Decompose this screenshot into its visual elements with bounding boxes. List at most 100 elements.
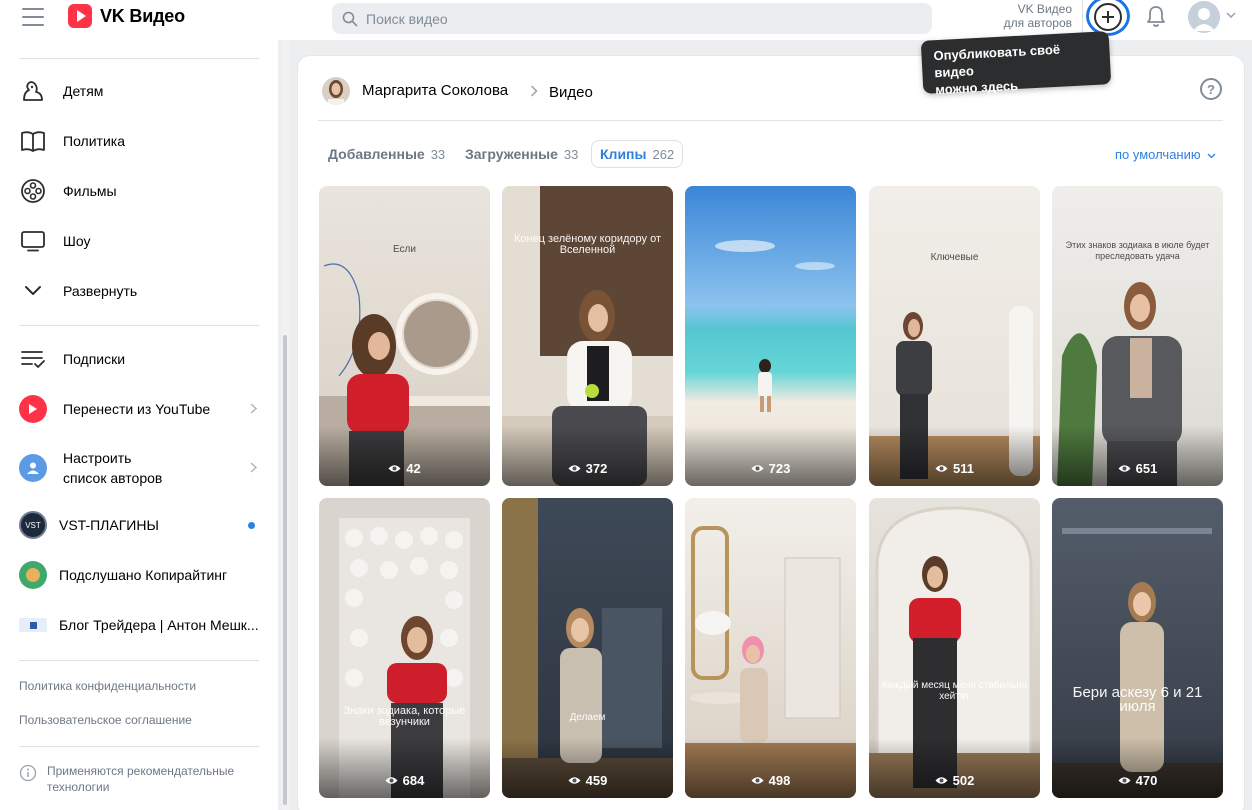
channel-avatar — [19, 561, 47, 589]
clip-views: 684 — [319, 773, 490, 788]
chevron-down-icon — [1207, 153, 1216, 159]
sidebar-item-import-youtube[interactable]: Перенести из YouTube — [19, 391, 263, 427]
vk-video-for-authors-link[interactable]: VK Видео для авторов — [980, 2, 1072, 30]
sidebar-item-label: Подписки — [63, 351, 126, 367]
kids-icon — [19, 77, 47, 105]
book-icon — [19, 127, 47, 155]
clip-views: 372 — [502, 461, 673, 476]
new-content-dot — [248, 522, 255, 529]
sidebar-item-label: Фильмы — [63, 183, 117, 199]
channel-item-trader-blog[interactable]: Блог Трейдера | Антон Мешк... — [19, 607, 263, 643]
upload-video-button[interactable] — [1094, 3, 1122, 31]
chevron-right-icon — [530, 85, 538, 97]
sidebar-item-label: Перенести из YouTube — [63, 401, 211, 417]
clip-views: 723 — [685, 461, 856, 476]
owner-photo — [322, 77, 350, 105]
clip-card[interactable]: Делаем 459 — [502, 498, 673, 798]
avatar-placeholder-icon — [1193, 8, 1215, 31]
chevron-down-icon[interactable] — [1226, 12, 1236, 18]
views-count: 42 — [406, 461, 421, 476]
sidebar-divider — [19, 58, 259, 59]
search-input[interactable] — [366, 10, 906, 27]
search-bar[interactable] — [332, 3, 932, 34]
menu-icon[interactable] — [22, 8, 44, 26]
tab-added[interactable]: Добавленные 33 — [328, 140, 445, 168]
clip-shade — [685, 738, 856, 798]
channel-item-vst[interactable]: VST VST-ПЛАГИНЫ — [19, 507, 263, 543]
clip-card[interactable]: 723 — [685, 186, 856, 486]
clip-shade — [502, 426, 673, 486]
views-count: 372 — [585, 461, 608, 476]
bell-icon[interactable] — [1145, 5, 1167, 29]
channel-item-copywriting[interactable]: Подслушано Копирайтинг — [19, 557, 263, 593]
recommendation-text: Применяются рекомендательные технологии — [47, 764, 235, 794]
owner-name-link[interactable]: Маргарита Соколова — [362, 82, 508, 99]
youtube-play-icon — [19, 395, 47, 423]
clip-card[interactable]: Конец зелёному коридору от Вселенной 372 — [502, 186, 673, 486]
tab-count: 33 — [430, 146, 446, 162]
eye-icon — [751, 465, 764, 472]
sidebar-expand[interactable]: Развернуть — [19, 273, 263, 309]
clip-card[interactable]: Если 42 — [319, 186, 490, 486]
clip-caption: Конец зелёному коридору от Вселенной — [513, 233, 662, 256]
clip-card[interactable]: Бери аскезу 6 и 21 июля 470 — [1052, 498, 1223, 798]
user-agreement-link[interactable]: Пользовательское соглашение — [19, 713, 192, 727]
sidebar-divider — [19, 746, 259, 747]
chevron-right-icon — [250, 403, 257, 414]
clip-views: 502 — [869, 773, 1040, 788]
views-count: 498 — [768, 773, 791, 788]
clip-shade — [869, 738, 1040, 798]
channel-avatar — [19, 611, 47, 639]
subscriptions-list-icon — [19, 345, 47, 373]
clip-shade — [319, 426, 490, 486]
sidebar-item-films[interactable]: Фильмы — [19, 173, 263, 209]
sort-dropdown[interactable]: по умолчанию — [1115, 147, 1216, 162]
sidebar-item-politics[interactable]: Политика — [19, 123, 263, 159]
clip-views: 651 — [1052, 461, 1223, 476]
channel-label: Подслушано Копирайтинг — [59, 567, 228, 583]
privacy-policy-link[interactable]: Политика конфиденциальности — [19, 679, 196, 693]
sidebar-item-configure-authors[interactable]: Настроить список авторов — [19, 440, 263, 496]
authors-link-line2: для авторов — [1003, 16, 1072, 30]
tab-count: 33 — [563, 146, 579, 162]
tab-uploaded[interactable]: Загруженные 33 — [465, 140, 578, 168]
clip-card[interactable]: Этих знаков зодиака в июле будет преслед… — [1052, 186, 1223, 486]
owner-avatar[interactable] — [322, 77, 350, 105]
tab-clips[interactable]: Клипы 262 — [591, 140, 684, 168]
clip-views: 459 — [502, 773, 673, 788]
sidebar-scrollbar[interactable] — [283, 335, 287, 805]
vk-video-logo[interactable]: VK Видео — [68, 4, 185, 28]
logo-text: VK Видео — [100, 5, 185, 26]
user-circle-icon — [19, 454, 47, 482]
sidebar-item-subscriptions[interactable]: Подписки — [19, 341, 263, 377]
sidebar-item-label: Настроить список авторов — [63, 448, 162, 488]
sidebar-item-kids[interactable]: Детям — [19, 73, 263, 109]
clip-caption: Знаки зодиака, которые везунчики — [343, 705, 466, 728]
clip-card[interactable]: Ключевые 511 — [869, 186, 1040, 486]
tab-count: 262 — [652, 146, 675, 162]
sidebar-divider — [19, 325, 259, 326]
channel-avatar: VST — [19, 511, 47, 539]
clip-views: 498 — [685, 773, 856, 788]
views-count: 459 — [585, 773, 608, 788]
sidebar-item-label: Политика — [63, 133, 125, 149]
film-reel-icon — [19, 177, 47, 205]
clip-caption: Бери аскезу 6 и 21 июля — [1072, 684, 1203, 715]
help-icon[interactable]: ? — [1200, 78, 1222, 100]
clip-views: 511 — [869, 461, 1040, 476]
user-avatar[interactable] — [1188, 1, 1220, 33]
eye-icon — [568, 465, 581, 472]
tab-label: Загруженные — [465, 146, 558, 162]
eye-icon — [385, 777, 398, 784]
sidebar: Детям Политика Фильмы Шоу Развернуть Под… — [0, 40, 278, 810]
sidebar-item-label: Развернуть — [63, 283, 138, 299]
views-count: 470 — [1135, 773, 1158, 788]
clip-card[interactable]: Каждый месяц меня стабильно хейтят 502 — [869, 498, 1040, 798]
recommendation-note: Применяются рекомендательные технологии — [19, 763, 263, 795]
clip-shade — [319, 738, 490, 798]
clip-card[interactable]: 498 — [685, 498, 856, 798]
clip-card[interactable]: Знаки зодиака, которые везунчики 684 — [319, 498, 490, 798]
clip-shade — [685, 426, 856, 486]
sort-label: по умолчанию — [1115, 147, 1201, 162]
sidebar-item-show[interactable]: Шоу — [19, 223, 263, 259]
